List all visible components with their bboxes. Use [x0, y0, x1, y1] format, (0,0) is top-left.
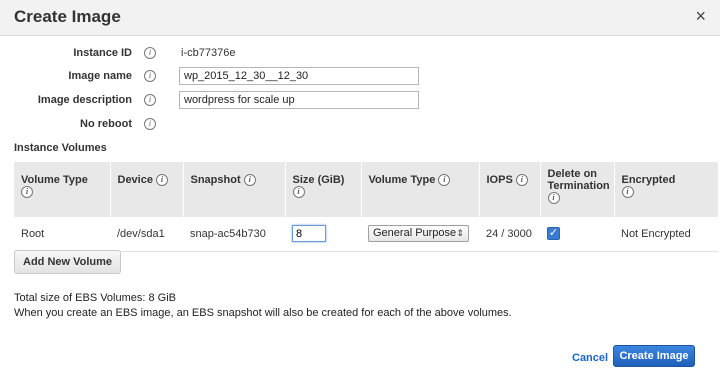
info-icon[interactable]: i — [144, 70, 156, 82]
no-reboot-label: No reboot — [80, 118, 132, 130]
image-description-input[interactable] — [179, 91, 419, 109]
updown-arrows-icon: ⇕ — [456, 228, 464, 239]
image-name-input[interactable] — [179, 67, 419, 85]
cancel-button[interactable]: Cancel — [572, 352, 608, 364]
image-description-label: Image description — [37, 94, 132, 106]
info-icon[interactable]: i — [144, 118, 156, 130]
info-icon[interactable]: i — [144, 94, 156, 106]
col-delete-label: Delete on Termination — [547, 168, 610, 192]
col-device-label: Device — [117, 174, 153, 186]
info-icon[interactable]: i — [515, 174, 528, 187]
col-encrypted-label: Encrypted — [621, 174, 676, 186]
cell-volume-type: Root — [14, 217, 110, 252]
volumes-table: Volume Type i Device i Snapshot i Size (G… — [14, 162, 718, 252]
close-icon[interactable]: × — [695, 7, 706, 25]
col-size: Size (GiB) i — [284, 162, 361, 217]
checkmark-icon: ✓ — [548, 227, 559, 240]
table-row: Root /dev/sda1 snap-ac54b730 General Pur… — [14, 217, 718, 252]
instance-id-row: Instance ID i i-cb77376e — [0, 44, 720, 64]
image-description-row: Image description i — [0, 91, 720, 111]
col-device: Device i — [109, 162, 183, 217]
instance-id-label: Instance ID — [73, 47, 132, 59]
no-reboot-row: No reboot i — [0, 115, 720, 135]
col-encrypted: Encrypted i — [613, 162, 718, 217]
info-icon[interactable]: i — [292, 186, 305, 199]
col-iops-label: IOPS — [486, 174, 513, 186]
dialog-header: Create Image × — [0, 0, 720, 36]
col-iops: IOPS i — [478, 162, 540, 217]
col-snapshot-label: Snapshot — [190, 174, 241, 186]
col-volume-type-label: Volume Type — [21, 174, 88, 186]
delete-on-termination-checkbox[interactable]: ✓ — [547, 227, 560, 241]
col-ebs-type-label: Volume Type — [368, 174, 436, 186]
image-name-row: Image name i — [0, 67, 720, 87]
info-icon[interactable]: i — [438, 174, 451, 187]
col-size-label: Size (GiB) — [292, 174, 345, 186]
col-delete-on-termination: Delete on Termination i — [539, 162, 614, 217]
dialog-title: Create Image — [14, 7, 121, 26]
col-snapshot: Snapshot i — [182, 162, 285, 217]
instance-volumes-title: Instance Volumes — [14, 142, 107, 154]
summary-text: Total size of EBS Volumes: 8 GiB When yo… — [14, 291, 512, 321]
cell-iops: 24 / 3000 — [479, 217, 540, 252]
info-icon[interactable]: i — [144, 47, 156, 59]
cell-ebs-type: General Purpose ⇕ — [361, 217, 479, 252]
create-image-button[interactable]: Create Image — [613, 345, 695, 367]
cell-delete-on-termination: ✓ — [540, 217, 614, 252]
info-icon[interactable]: i — [156, 174, 169, 187]
cell-device: /dev/sda1 — [110, 217, 183, 252]
volume-type-selected: General Purpose — [373, 227, 457, 240]
total-size-text: Total size of EBS Volumes: 8 GiB — [14, 292, 177, 304]
info-icon[interactable]: i — [21, 186, 33, 199]
info-icon[interactable]: i — [243, 174, 256, 187]
volume-type-select[interactable]: General Purpose ⇕ — [368, 225, 469, 243]
image-name-label: Image name — [68, 70, 132, 82]
table-header-row: Volume Type i Device i Snapshot i Size (G… — [14, 162, 718, 217]
cell-size — [285, 217, 361, 252]
cell-encrypted: Not Encrypted — [614, 217, 718, 252]
info-icon[interactable]: i — [621, 186, 634, 199]
cell-snapshot: snap-ac54b730 — [183, 217, 285, 252]
col-ebs-type: Volume Type i — [360, 162, 479, 217]
snapshot-note-text: When you create an EBS image, an EBS sna… — [14, 307, 512, 319]
instance-id-value: i-cb77376e — [181, 47, 236, 59]
info-icon[interactable]: i — [547, 192, 560, 205]
col-volume-type: Volume Type i — [14, 162, 110, 217]
size-input[interactable] — [292, 225, 326, 243]
add-new-volume-button[interactable]: Add New Volume — [14, 250, 122, 274]
